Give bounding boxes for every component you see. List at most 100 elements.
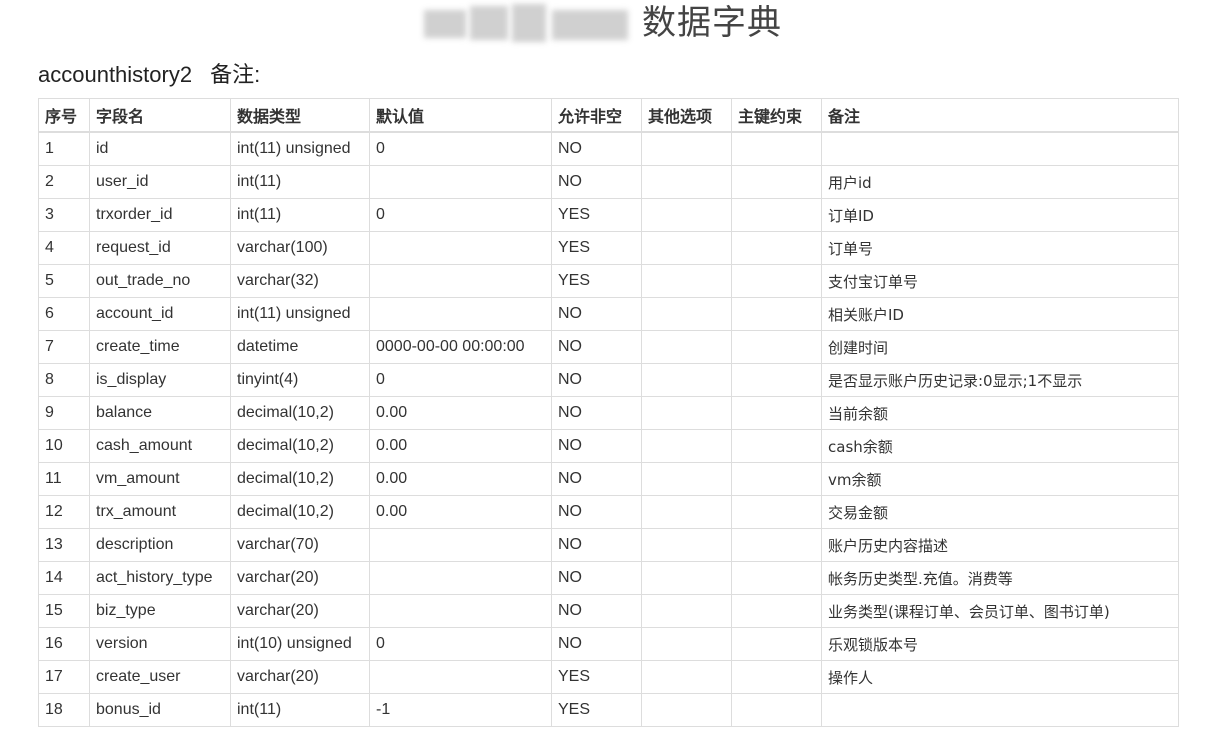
cell-nullable: NO <box>551 495 642 529</box>
cell-other-options <box>641 231 732 265</box>
cell-data-type: datetime <box>230 330 370 364</box>
cell-primary-key <box>731 561 822 595</box>
cell-remark: 支付宝订单号 <box>821 264 1179 298</box>
cell-remark: 当前余额 <box>821 396 1179 430</box>
cell-other-options <box>641 264 732 298</box>
cell-nullable: NO <box>551 297 642 331</box>
cell-data-type: decimal(10,2) <box>230 462 370 496</box>
cell-remark: 业务类型(课程订单、会员订单、图书订单) <box>821 594 1179 628</box>
column-header: 序号 <box>38 98 90 133</box>
cell-remark: 订单ID <box>821 198 1179 232</box>
cell-nullable: NO <box>551 330 642 364</box>
cell-index: 2 <box>38 165 90 199</box>
column-header: 允许非空 <box>551 98 642 133</box>
table-row: 10 cash_amount decimal(10,2) 0.00 NO cash余额 <box>38 429 1179 463</box>
cell-index: 1 <box>38 131 90 166</box>
cell-remark: 乐观锁版本号 <box>821 627 1179 661</box>
cell-other-options <box>641 396 732 430</box>
cell-index: 9 <box>38 396 90 430</box>
cell-field-name: create_time <box>89 330 231 364</box>
cell-nullable: NO <box>551 627 642 661</box>
table-row: 3 trxorder_id int(11) 0 YES 订单ID <box>38 198 1179 232</box>
cell-field-name: vm_amount <box>89 462 231 496</box>
cell-data-type: decimal(10,2) <box>230 429 370 463</box>
cell-other-options <box>641 528 732 562</box>
cell-remark: 订单号 <box>821 231 1179 265</box>
cell-primary-key <box>731 198 822 232</box>
cell-default: 0000-00-00 00:00:00 <box>369 330 552 364</box>
cell-field-name: id <box>89 131 231 166</box>
cell-other-options <box>641 561 732 595</box>
table-row: 12 trx_amount decimal(10,2) 0.00 NO 交易金额 <box>38 495 1179 529</box>
cell-other-options <box>641 660 732 694</box>
cell-default: 0 <box>369 627 552 661</box>
cell-default <box>369 528 552 562</box>
cell-nullable: YES <box>551 660 642 694</box>
cell-index: 16 <box>38 627 90 661</box>
cell-other-options <box>641 693 732 727</box>
table-row: 4 request_id varchar(100) YES 订单号 <box>38 231 1179 265</box>
cell-primary-key <box>731 495 822 529</box>
cell-nullable: NO <box>551 594 642 628</box>
cell-data-type: int(11) <box>230 198 370 232</box>
cell-data-type: varchar(32) <box>230 264 370 298</box>
cell-data-type: int(10) unsigned <box>230 627 370 661</box>
table-row: 17 create_user varchar(20) YES 操作人 <box>38 660 1179 694</box>
cell-nullable: YES <box>551 231 642 265</box>
cell-index: 11 <box>38 462 90 496</box>
cell-nullable: NO <box>551 396 642 430</box>
cell-index: 12 <box>38 495 90 529</box>
cell-default: 0 <box>369 131 552 166</box>
cell-field-name: balance <box>89 396 231 430</box>
cell-default <box>369 594 552 628</box>
cell-data-type: int(11) <box>230 165 370 199</box>
table-row: 5 out_trade_no varchar(32) YES 支付宝订单号 <box>38 264 1179 298</box>
table-row: 16 version int(10) unsigned 0 NO 乐观锁版本号 <box>38 627 1179 661</box>
cell-default: 0 <box>369 363 552 397</box>
cell-data-type: varchar(20) <box>230 561 370 595</box>
column-header: 主键约束 <box>731 98 822 133</box>
cell-other-options <box>641 297 732 331</box>
cell-default: 0.00 <box>369 396 552 430</box>
redacted-title-block <box>512 4 546 42</box>
cell-remark: 操作人 <box>821 660 1179 694</box>
cell-remark: 用户id <box>821 165 1179 199</box>
cell-field-name: trx_amount <box>89 495 231 529</box>
cell-primary-key <box>731 131 822 166</box>
cell-default: -1 <box>369 693 552 727</box>
table-body: 1 id int(11) unsigned 0 NO 2 user_id int(11) NO 用… <box>38 131 1179 727</box>
cell-index: 5 <box>38 264 90 298</box>
cell-primary-key <box>731 594 822 628</box>
cell-remark: 创建时间 <box>821 330 1179 364</box>
cell-remark: vm余额 <box>821 462 1179 496</box>
table-row: 11 vm_amount decimal(10,2) 0.00 NO vm余额 <box>38 462 1179 496</box>
cell-field-name: out_trade_no <box>89 264 231 298</box>
table-row: 18 bonus_id int(11) -1 YES <box>38 693 1179 727</box>
cell-field-name: act_history_type <box>89 561 231 595</box>
cell-remark: 是否显示账户历史记录:0显示;1不显示 <box>821 363 1179 397</box>
cell-primary-key <box>731 330 822 364</box>
cell-primary-key <box>731 264 822 298</box>
cell-data-type: varchar(100) <box>230 231 370 265</box>
table-name: accounthistory2 <box>38 62 193 87</box>
cell-nullable: NO <box>551 429 642 463</box>
cell-field-name: description <box>89 528 231 562</box>
table-header-row: 序号 字段名 数据类型 默认值 允许非空 其他选项 主键约束 备注 <box>38 98 1179 133</box>
cell-field-name: create_user <box>89 660 231 694</box>
cell-primary-key <box>731 231 822 265</box>
cell-remark <box>821 131 1179 166</box>
column-header: 默认值 <box>369 98 552 133</box>
cell-remark: cash余额 <box>821 429 1179 463</box>
cell-default: 0.00 <box>369 429 552 463</box>
cell-nullable: NO <box>551 561 642 595</box>
table-row: 14 act_history_type varchar(20) NO 帐务历史类型.充值… <box>38 561 1179 595</box>
cell-primary-key <box>731 396 822 430</box>
cell-data-type: varchar(20) <box>230 660 370 694</box>
cell-primary-key <box>731 297 822 331</box>
cell-remark: 账户历史内容描述 <box>821 528 1179 562</box>
cell-remark <box>821 693 1179 727</box>
cell-nullable: NO <box>551 528 642 562</box>
cell-nullable: YES <box>551 264 642 298</box>
cell-default <box>369 561 552 595</box>
cell-data-type: int(11) unsigned <box>230 131 370 166</box>
